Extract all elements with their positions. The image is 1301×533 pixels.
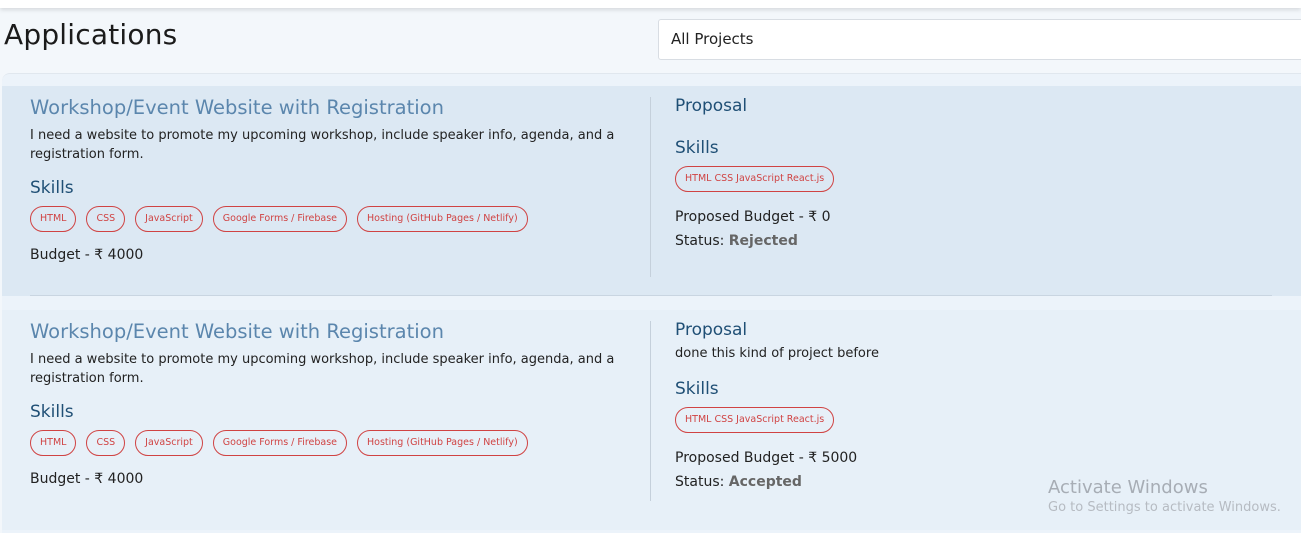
skills-heading: Skills	[30, 402, 74, 422]
skill-tag: Google Forms / Firebase	[212, 430, 348, 456]
job-details: Workshop/Event Website with Registration…	[30, 86, 630, 263]
proposed-budget: Proposed Budget - ₹ 0	[675, 209, 831, 225]
status-value: Rejected	[728, 233, 798, 249]
job-budget: Budget - ₹ 4000	[30, 247, 144, 263]
proposal-heading: Proposal	[675, 320, 748, 340]
proposed-budget: Proposed Budget - ₹ 5000	[675, 450, 858, 466]
skill-tag: Hosting (GitHub Pages / Netlify)	[357, 430, 528, 456]
proposal-skills: HTML CSS JavaScript React.js	[675, 407, 1235, 433]
proposal-details: Proposal done this kind of project befor…	[675, 310, 1235, 490]
job-title[interactable]: Workshop/Event Website with Registration	[30, 320, 630, 343]
card-divider	[30, 295, 1272, 296]
application-card: Workshop/Event Website with Registration…	[2, 86, 1301, 296]
proposal-skills: HTML CSS JavaScript React.js	[675, 166, 1235, 192]
skill-tag: HTML	[30, 430, 77, 456]
skill-tag: HTML	[30, 206, 77, 232]
page-title: Applications	[4, 18, 178, 51]
column-divider	[650, 321, 651, 501]
skill-tag: JavaScript	[135, 206, 203, 232]
skill-tag: CSS	[86, 430, 126, 456]
skill-tag: JavaScript	[135, 430, 203, 456]
status-label: Status:	[675, 474, 725, 490]
skill-tag: Hosting (GitHub Pages / Netlify)	[357, 206, 528, 232]
status-label: Status:	[675, 233, 725, 249]
proposal-skills-heading: Skills	[675, 379, 719, 399]
skills-list: HTML CSS JavaScript Google Forms / Fireb…	[30, 206, 630, 232]
skill-tag: CSS	[86, 206, 126, 232]
skills-list: HTML CSS JavaScript Google Forms / Fireb…	[30, 430, 630, 456]
top-navbar-edge	[0, 0, 1301, 8]
skills-heading: Skills	[30, 178, 74, 198]
column-divider	[650, 97, 651, 277]
project-filter-select[interactable]: All Projects	[658, 19, 1301, 60]
application-status: Status: Rejected	[675, 233, 1235, 249]
proposal-details: Proposal Skills HTML CSS JavaScript Reac…	[675, 86, 1235, 249]
job-budget: Budget - ₹ 4000	[30, 471, 144, 487]
job-description: I need a website to promote my upcoming …	[30, 352, 615, 386]
skill-tag: HTML CSS JavaScript React.js	[675, 407, 835, 433]
activate-windows-subtext: Go to Settings to activate Windows.	[1048, 500, 1281, 515]
status-value: Accepted	[728, 474, 802, 490]
proposal-text: done this kind of project before	[675, 346, 879, 361]
activate-windows-watermark: Activate Windows	[1048, 477, 1208, 498]
proposal-skills-heading: Skills	[675, 138, 719, 158]
skill-tag: Google Forms / Firebase	[212, 206, 348, 232]
proposal-heading: Proposal	[675, 96, 748, 116]
job-title[interactable]: Workshop/Event Website with Registration	[30, 96, 630, 119]
skill-tag: HTML CSS JavaScript React.js	[675, 166, 835, 192]
job-description: I need a website to promote my upcoming …	[30, 128, 615, 162]
job-details: Workshop/Event Website with Registration…	[30, 310, 630, 487]
